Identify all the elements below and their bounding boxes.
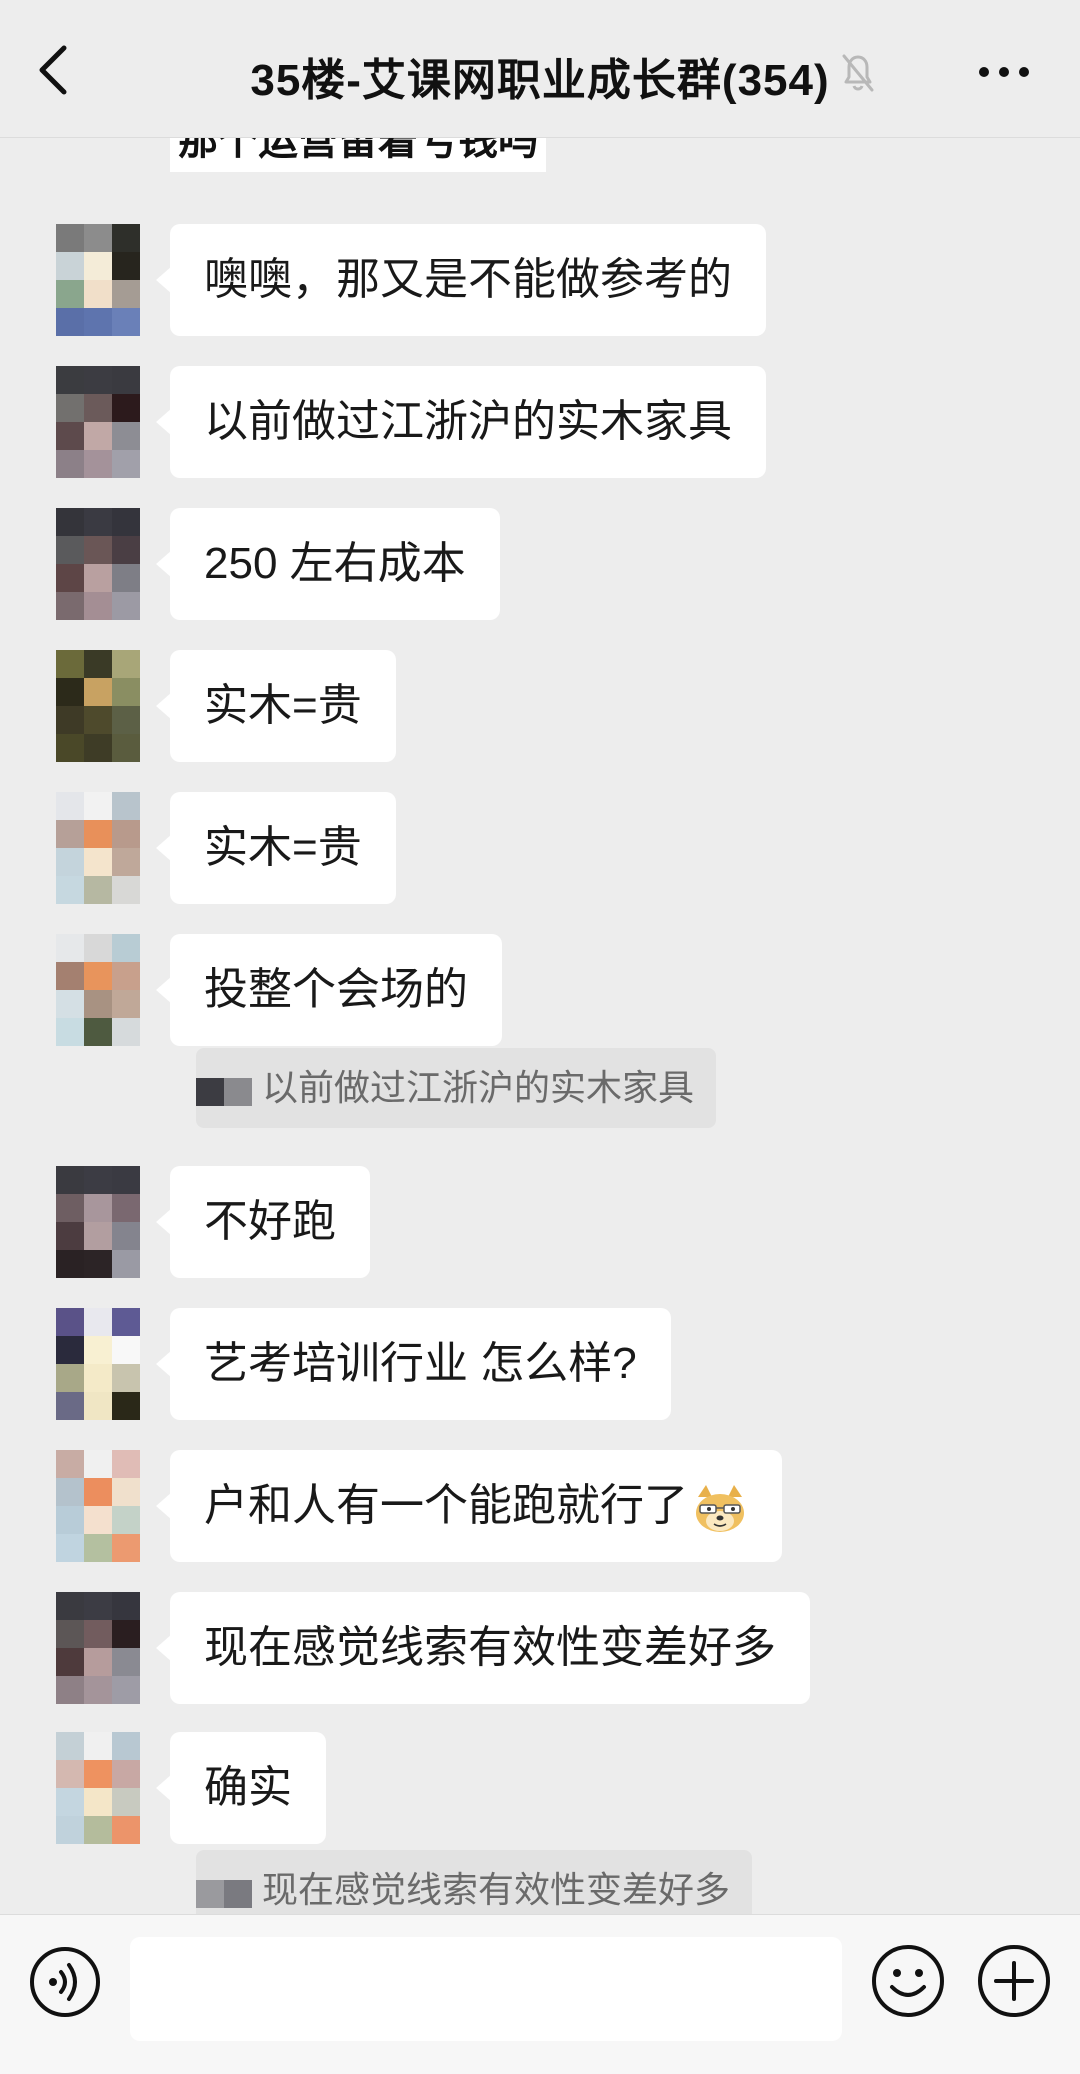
- quoted-message[interactable]: 现在感觉线索有效性变差好多: [196, 1850, 753, 1914]
- avatar[interactable]: [56, 1450, 140, 1562]
- avatar[interactable]: [56, 792, 140, 904]
- quote-text: 现在感觉线索有效性变差好多: [262, 1869, 731, 1910]
- emoji-icon: [872, 1945, 944, 2017]
- quote-text: 以前做过江浙沪的实木家具: [262, 1067, 695, 1108]
- quote-avatar-thumb: [196, 1880, 252, 1908]
- input-bar: [0, 1914, 1080, 2074]
- chat-messages[interactable]: 那个运营留着亏钱吗 噢噢，那又是不能做参考的 以前做过江浙沪的实木家具 250 …: [0, 138, 1080, 1914]
- message-text: 户和人有一个能跑就行了: [204, 1481, 688, 1530]
- message-bubble[interactable]: 250 左右成本: [156, 508, 500, 620]
- message-bubble[interactable]: 以前做过江浙沪的实木家具: [156, 366, 766, 478]
- voice-button[interactable]: [28, 1945, 102, 2019]
- avatar[interactable]: [56, 934, 140, 1046]
- message-input[interactable]: [130, 1937, 842, 2041]
- more-button[interactable]: [976, 62, 1032, 82]
- message-bubble[interactable]: 不好跑: [156, 1166, 370, 1278]
- more-functions-button[interactable]: [976, 1943, 1052, 2019]
- message-bubble[interactable]: 艺考培训行业 怎么样?: [156, 1308, 671, 1420]
- message-bubble[interactable]: 实木=贵: [156, 792, 396, 904]
- bell-muted-icon: [838, 50, 878, 94]
- message-bubble[interactable]: 现在感觉线索有效性变差好多: [156, 1592, 810, 1704]
- message-bubble[interactable]: 户和人有一个能跑就行了: [156, 1450, 782, 1562]
- chat-header: 35楼-艾课网职业成长群(354): [0, 0, 1080, 138]
- avatar[interactable]: [56, 1308, 140, 1420]
- avatar[interactable]: [56, 224, 140, 336]
- emoji-button[interactable]: [870, 1943, 946, 2019]
- voice-icon: [30, 1947, 100, 2017]
- more-icon: [979, 67, 1029, 77]
- chat-title[interactable]: 35楼-艾课网职业成长群(354): [250, 56, 829, 105]
- quote-avatar-thumb: [196, 1078, 252, 1106]
- doge-emoji-icon: [696, 1485, 744, 1533]
- avatar[interactable]: [56, 366, 140, 478]
- message-bubble[interactable]: 投整个会场的: [156, 934, 502, 1046]
- avatar[interactable]: [56, 508, 140, 620]
- message-bubble[interactable]: 实木=贵: [156, 650, 396, 762]
- message-bubble[interactable]: 确实: [156, 1732, 326, 1844]
- avatar[interactable]: [56, 1166, 140, 1278]
- message-bubble[interactable]: 噢噢，那又是不能做参考的: [156, 224, 766, 336]
- avatar[interactable]: [56, 1732, 140, 1844]
- avatar[interactable]: [56, 650, 140, 762]
- cut-off-message: 那个运营留着亏钱吗: [170, 138, 546, 172]
- plus-icon: [978, 1945, 1050, 2017]
- quoted-message[interactable]: 以前做过江浙沪的实木家具: [196, 1048, 717, 1128]
- avatar[interactable]: [56, 1592, 140, 1704]
